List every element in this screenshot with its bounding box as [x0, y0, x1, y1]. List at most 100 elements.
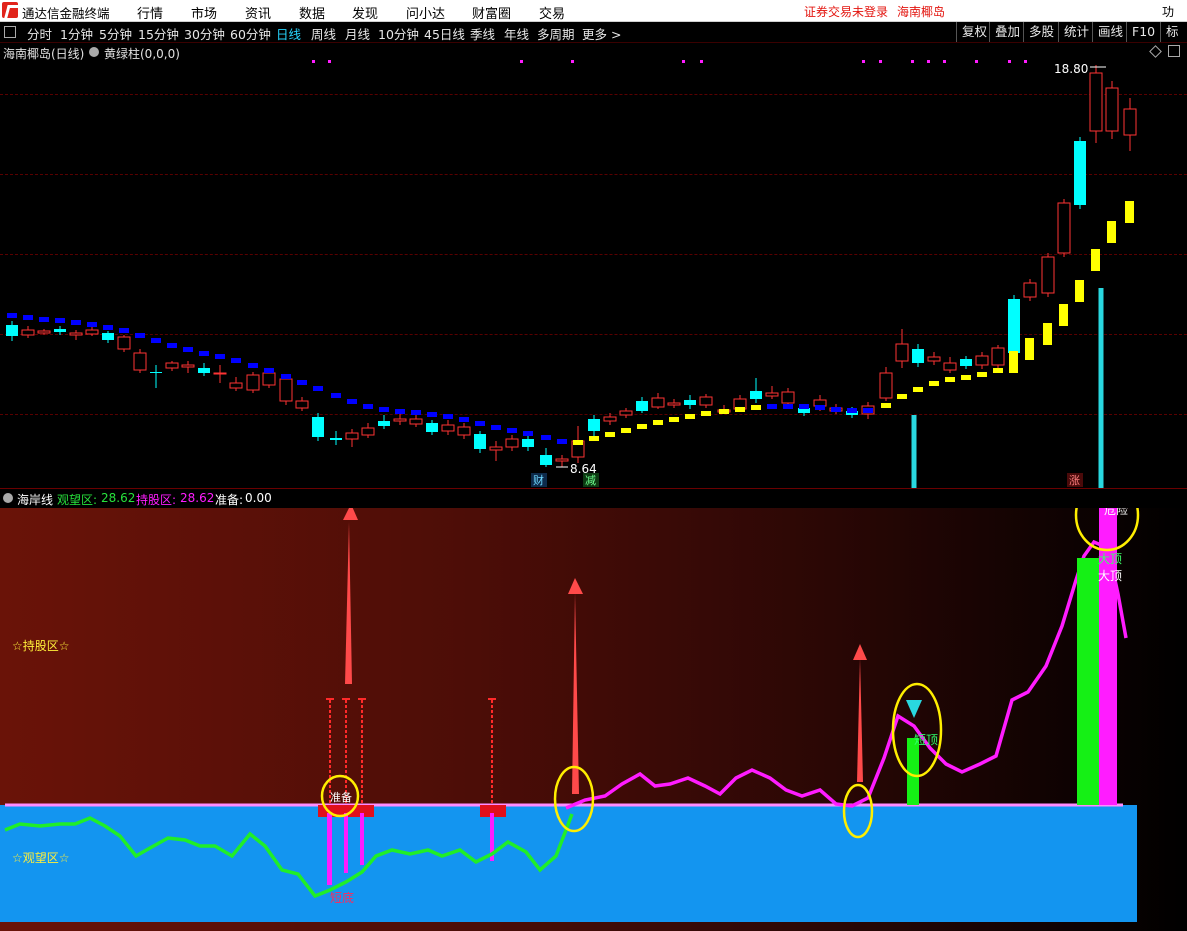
- period-yearly[interactable]: 年线: [504, 24, 529, 43]
- menu-data[interactable]: 数据: [299, 3, 325, 22]
- trend-segment: [491, 425, 501, 430]
- candle-body: [181, 364, 195, 368]
- menu-trade[interactable]: 交易: [539, 3, 565, 22]
- trend-segment: [637, 424, 647, 429]
- function-menu[interactable]: 功: [1162, 3, 1174, 20]
- period-5min[interactable]: 5分钟: [99, 24, 132, 43]
- candle-body: [21, 329, 35, 336]
- trend-segment: [331, 393, 341, 398]
- indicator-name[interactable]: 海岸线: [17, 491, 53, 508]
- menu-discover[interactable]: 发现: [352, 3, 378, 22]
- candle-body: [6, 325, 18, 336]
- statistics-button[interactable]: 统计: [1058, 22, 1089, 42]
- candlestick-panel[interactable]: 海南椰岛(日线) 黄绿柱(0,0,0) 18.80 8.64 财 减 涨: [0, 43, 1187, 488]
- trend-segment: [427, 412, 437, 417]
- candlestick-chart[interactable]: 18.80 8.64 财 减 涨: [0, 43, 1187, 488]
- menu-news[interactable]: 资讯: [245, 3, 271, 22]
- trend-segment: [23, 315, 33, 320]
- panel-toggle-icon[interactable]: [4, 26, 16, 38]
- menu-wealth[interactable]: 财富圈: [472, 3, 511, 22]
- mark-button[interactable]: 标记: [1160, 22, 1187, 59]
- restore-rights-button[interactable]: 复权: [956, 22, 987, 42]
- candle-body: [474, 434, 486, 449]
- menu-ask[interactable]: 问小达: [406, 3, 445, 22]
- period-15min[interactable]: 15分钟: [138, 24, 179, 43]
- candle-body: [165, 362, 179, 369]
- trend-segment: [507, 428, 517, 433]
- short-top-label: 短顶: [914, 733, 938, 747]
- trend-segment: [831, 407, 841, 412]
- period-30min[interactable]: 30分钟: [184, 24, 225, 43]
- trend-segment: [573, 440, 583, 445]
- candle-body: [262, 372, 276, 386]
- trend-segment: [411, 410, 421, 415]
- trend-segment: [1107, 221, 1116, 243]
- candle-body: [229, 382, 243, 389]
- trend-segment: [297, 380, 307, 385]
- candle-body: [426, 423, 438, 432]
- trend-segment: [1125, 201, 1134, 223]
- login-warning[interactable]: 证券交易未登录: [804, 3, 888, 20]
- candle-body: [895, 343, 909, 362]
- f10-button[interactable]: F10: [1126, 22, 1155, 42]
- candle-body: [991, 347, 1005, 366]
- draw-line-button[interactable]: 画线: [1092, 22, 1123, 42]
- menu-markets[interactable]: 市场: [191, 3, 217, 22]
- candle-body: [85, 329, 99, 335]
- candle-body: [781, 391, 795, 404]
- trend-segment: [71, 320, 81, 325]
- menu-market[interactable]: 行情: [137, 3, 163, 22]
- marker-caiwu[interactable]: 财: [533, 473, 544, 487]
- trend-segment: [1009, 351, 1018, 373]
- trend-segment: [459, 417, 469, 422]
- trend-segment: [685, 414, 695, 419]
- period-multi[interactable]: 多周期: [537, 24, 575, 43]
- multi-stock-button[interactable]: 多股: [1023, 22, 1054, 42]
- marker-jian[interactable]: 减: [585, 474, 596, 487]
- candle-body: [540, 455, 552, 465]
- cyan-arrow-head-icon: [906, 700, 922, 718]
- period-more[interactable]: 更多 >: [582, 24, 621, 43]
- candle-body: [943, 362, 957, 371]
- trend-segment: [541, 435, 551, 440]
- trend-segment: [215, 354, 225, 359]
- period-daily[interactable]: 日线: [276, 24, 301, 43]
- overlay-button[interactable]: 叠加: [989, 22, 1020, 42]
- candle-body: [1089, 72, 1103, 132]
- candle-body: [69, 332, 83, 336]
- trend-segment: [701, 411, 711, 416]
- candle-body: [1041, 256, 1055, 294]
- indicator-settings-icon[interactable]: [3, 493, 13, 503]
- candle-body: [295, 400, 309, 409]
- trend-segment: [347, 399, 357, 404]
- period-monthly[interactable]: 月线: [345, 24, 370, 43]
- trend-segment: [103, 325, 113, 330]
- period-intraday[interactable]: 分时: [27, 24, 52, 43]
- coastline-indicator-panel[interactable]: ☆持股区☆ ☆观望区☆ 准备 短底 短顶 大顶 大顶 危险: [0, 508, 1187, 931]
- period-60min[interactable]: 60分钟: [230, 24, 271, 43]
- period-10min[interactable]: 10分钟: [378, 24, 419, 43]
- big-top-label: 大顶: [1098, 552, 1122, 566]
- trend-segment: [621, 428, 631, 433]
- trend-segment: [231, 358, 241, 363]
- candle-body: [246, 374, 260, 391]
- hold-line: [565, 539, 1128, 810]
- trend-segment: [183, 347, 193, 352]
- candle-body: [619, 410, 633, 416]
- marker-zhang[interactable]: 涨: [1069, 474, 1080, 487]
- period-45day[interactable]: 45日线: [424, 24, 465, 43]
- candle-body: [102, 333, 114, 340]
- candle-body: [651, 397, 665, 408]
- coastline-chart[interactable]: 准备 短底 短顶 大顶 大顶 危险: [0, 508, 1187, 931]
- trend-segment: [913, 387, 923, 392]
- candle-body: [667, 402, 681, 406]
- watch-value: 28.62: [101, 491, 136, 505]
- period-quarterly[interactable]: 季线: [470, 24, 495, 43]
- trend-segment: [977, 372, 987, 377]
- candle-body: [960, 359, 972, 366]
- candle-body: [522, 439, 534, 447]
- period-weekly[interactable]: 周线: [311, 24, 336, 43]
- trend-segment: [557, 439, 567, 444]
- trend-segment: [751, 405, 761, 410]
- period-1min[interactable]: 1分钟: [60, 24, 93, 43]
